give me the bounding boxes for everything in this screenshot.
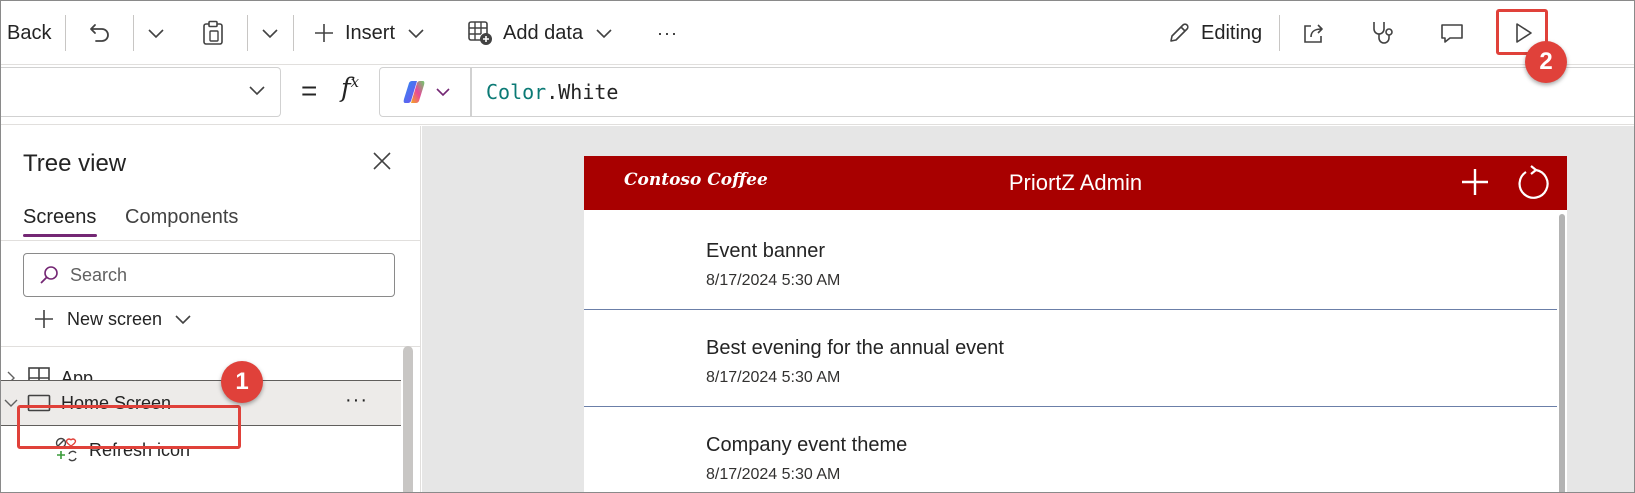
comments-button[interactable] xyxy=(1439,1,1465,65)
power-apps-studio: Back Insert Add data ··· Editing = fx Co… xyxy=(0,0,1635,493)
copilot-button[interactable] xyxy=(379,67,471,117)
share-icon xyxy=(1304,24,1323,43)
formula-object-token: Color xyxy=(486,80,547,104)
equals-sign: = xyxy=(301,75,318,106)
item-date: 8/17/2024 5:30 AM xyxy=(706,369,841,386)
insert-button[interactable]: Insert xyxy=(313,1,425,65)
divider xyxy=(65,15,66,51)
tree-search-input[interactable]: Search xyxy=(23,253,395,297)
item-date: 8/17/2024 5:30 AM xyxy=(706,466,841,483)
editing-label: Editing xyxy=(1201,21,1263,44)
item-date: 8/17/2024 5:30 AM xyxy=(706,272,841,289)
highlight-home-screen xyxy=(17,405,241,449)
callout-badge-1: 1 xyxy=(221,361,263,403)
gallery-item[interactable]: Company event theme 8/17/2024 5:30 AM xyxy=(584,404,1557,492)
formula-bar: = fx Color .White xyxy=(1,65,1634,125)
app-checker-button[interactable] xyxy=(1369,1,1397,65)
tree-scrollbar[interactable] xyxy=(403,346,413,492)
item-title: Company event theme xyxy=(706,434,908,456)
callout-badge-2: 2 xyxy=(1525,41,1567,83)
more-commands-button[interactable]: ··· xyxy=(657,1,678,65)
active-tab-indicator xyxy=(23,234,97,237)
table-add-icon xyxy=(468,21,492,45)
property-dropdown[interactable] xyxy=(1,67,281,117)
tab-screens[interactable]: Screens xyxy=(23,206,96,229)
tab-components[interactable]: Components xyxy=(125,206,238,229)
new-screen-button[interactable]: New screen xyxy=(33,308,192,330)
stethoscope-icon xyxy=(1373,22,1393,44)
chevron-down-icon xyxy=(262,29,278,39)
formula-member-token: .White xyxy=(546,80,619,104)
chevron-down-icon xyxy=(408,29,424,39)
more-label: ··· xyxy=(657,22,678,43)
add-icon[interactable] xyxy=(1459,166,1491,198)
close-pane-button[interactable] xyxy=(371,150,393,177)
divider xyxy=(247,15,248,51)
plus-icon xyxy=(315,24,333,42)
add-data-button[interactable]: Add data xyxy=(467,1,613,65)
node-more-button[interactable]: ··· xyxy=(345,389,368,412)
pencil-icon xyxy=(1170,23,1189,42)
clipboard-icon xyxy=(203,20,223,45)
share-button[interactable] xyxy=(1301,1,1327,65)
editing-mode-button[interactable]: Editing xyxy=(1167,1,1262,65)
fx-icon: fx xyxy=(341,73,359,104)
app-screen-preview[interactable]: Contoso Coffee PriortZ Admin Event banne… xyxy=(584,156,1567,492)
divider xyxy=(133,15,134,51)
command-bar: Back Insert Add data ··· Editing xyxy=(1,1,1634,65)
undo-dropdown-button[interactable] xyxy=(147,1,165,65)
new-screen-label: New screen xyxy=(67,308,163,329)
back-label: Back xyxy=(7,21,52,44)
gallery-item[interactable]: Best evening for the annual event 8/17/2… xyxy=(584,307,1557,407)
divider xyxy=(1,240,421,241)
tree-view-title: Tree view xyxy=(23,150,127,177)
back-button[interactable]: Back xyxy=(7,1,51,65)
chevron-down-icon xyxy=(596,29,612,39)
chevron-down-icon xyxy=(175,315,191,325)
insert-label: Insert xyxy=(345,21,396,44)
item-title: Best evening for the annual event xyxy=(706,337,1004,359)
comment-icon xyxy=(1441,24,1463,43)
paste-button[interactable] xyxy=(201,1,225,65)
undo-icon xyxy=(90,24,109,42)
search-icon xyxy=(40,266,58,284)
app-header: Contoso Coffee PriortZ Admin xyxy=(584,156,1567,210)
plus-icon xyxy=(35,310,53,328)
gallery-scrollbar[interactable] xyxy=(1559,214,1565,492)
copilot-icon xyxy=(403,81,425,103)
paste-dropdown-button[interactable] xyxy=(261,1,279,65)
formula-input[interactable]: Color .White xyxy=(471,67,1634,117)
refresh-icon[interactable] xyxy=(1514,164,1552,202)
divider xyxy=(1279,15,1280,51)
fx-x: x xyxy=(350,73,360,91)
divider xyxy=(293,15,294,51)
gallery-item[interactable]: Event banner 8/17/2024 5:30 AM xyxy=(584,210,1557,310)
fx-f: f xyxy=(341,73,351,104)
close-icon xyxy=(373,152,391,170)
add-data-label: Add data xyxy=(503,21,584,44)
design-canvas: Contoso Coffee PriortZ Admin Event banne… xyxy=(422,126,1634,492)
undo-button[interactable] xyxy=(89,1,111,65)
chevron-down-icon xyxy=(249,86,265,96)
search-placeholder: Search xyxy=(70,264,128,285)
chevron-down-icon xyxy=(148,29,164,39)
chevron-down-icon xyxy=(436,88,450,97)
item-title: Event banner xyxy=(706,240,825,262)
app-title: PriortZ Admin xyxy=(1008,170,1143,195)
divider xyxy=(1,346,421,347)
